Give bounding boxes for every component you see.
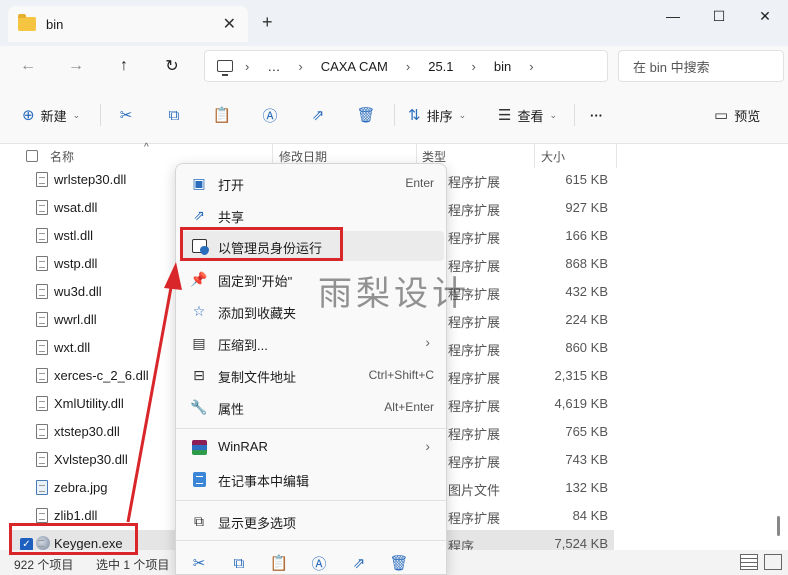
watermark: 雨梨设计 bbox=[318, 274, 470, 314]
